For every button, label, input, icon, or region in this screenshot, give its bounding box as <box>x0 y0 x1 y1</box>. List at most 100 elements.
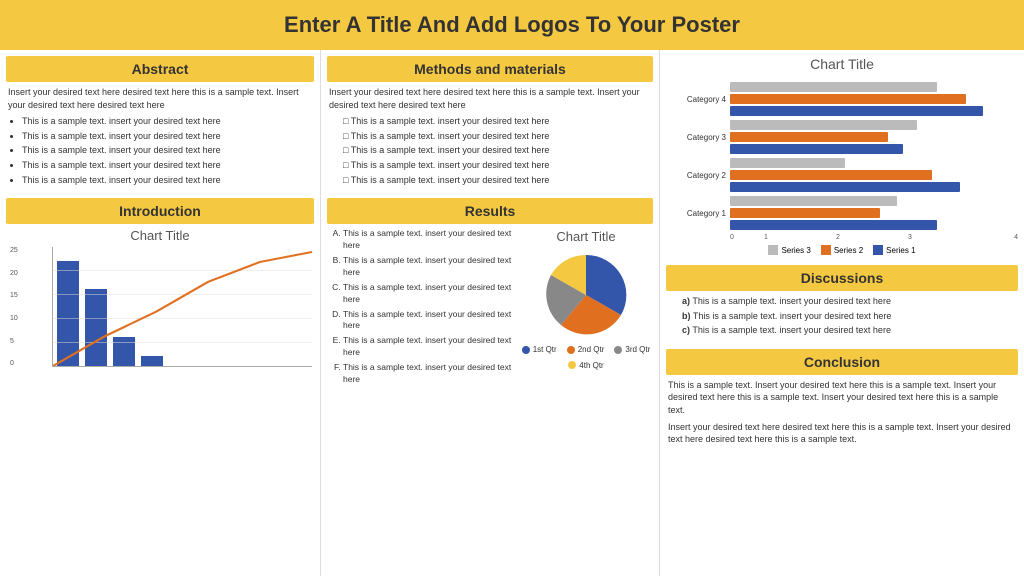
legend-item-4qtr: 4th Qtr <box>568 360 603 371</box>
disc-item-a: a) This is a sample text. insert your de… <box>682 295 1016 308</box>
list-item: This is a sample text. insert your desir… <box>343 144 651 157</box>
abstract-heading: Abstract <box>6 56 314 82</box>
bar-1 <box>57 261 79 366</box>
list-item: This is a sample text. insert your desir… <box>343 335 513 359</box>
hbar-cat1-s2 <box>730 208 880 218</box>
disc-item-c: c) This is a sample text. insert your de… <box>682 324 1016 337</box>
conclusion-para1: This is a sample text. Insert your desir… <box>668 379 1016 417</box>
results-section: Results This is a sample text. insert yo… <box>327 198 653 393</box>
column-2: Methods and materials Insert your desire… <box>320 50 660 576</box>
methods-intro: Insert your desired text here desired te… <box>329 86 651 111</box>
hbar-legend-s2: Series 2 <box>821 245 863 255</box>
methods-heading: Methods and materials <box>327 56 653 82</box>
introduction-chart-area: Chart Title 0 5 10 15 20 25 <box>6 224 314 371</box>
legend-dot-3qtr <box>614 346 622 354</box>
hbar-row-cat2: Category 2 <box>666 158 1018 192</box>
pie-legend: 1st Qtr 2nd Qtr 3rd Qtr <box>521 344 651 370</box>
hbar-cat3-label: Category 3 <box>666 133 726 142</box>
discussions-section: Discussions a) This is a sample text. in… <box>666 265 1018 343</box>
hbar-row-cat1: Category 1 <box>666 196 1018 230</box>
column-3: Chart Title Category 4 Category 3 <box>660 50 1024 576</box>
pie-svg <box>541 250 631 340</box>
hbar-cat4-s3 <box>730 82 937 92</box>
bar-3 <box>113 337 135 366</box>
list-item: This is a sample text. insert your desir… <box>22 144 312 157</box>
discussions-body: a) This is a sample text. insert your de… <box>666 291 1018 343</box>
hbar-chart-section: Chart Title Category 4 Category 3 <box>666 56 1018 259</box>
results-heading: Results <box>327 198 653 224</box>
abstract-intro: Insert your desired text here desired te… <box>8 86 312 111</box>
intro-chart-title: Chart Title <box>8 228 312 243</box>
hbar-cat1-s3 <box>730 196 897 206</box>
poster-container: Enter A Title And Add Logos To Your Post… <box>0 0 1024 576</box>
list-item: This is a sample text. insert your desir… <box>343 255 513 279</box>
legend-dot-4qtr <box>568 361 576 369</box>
y-axis-labels: 0 5 10 15 20 25 <box>10 247 18 367</box>
hbar-cat4-bars <box>730 82 1018 116</box>
hbar-x-labels: 0 1 2 3 4 <box>730 234 1018 241</box>
list-item: This is a sample text. insert your desir… <box>22 115 312 128</box>
legend-dot-s3 <box>768 245 778 255</box>
discussions-heading: Discussions <box>666 265 1018 291</box>
legend-label-s3: Series 3 <box>781 246 810 255</box>
hbar-cat2-s1 <box>730 182 960 192</box>
hbar-cat2-s3 <box>730 158 845 168</box>
hbar-cat1-bars <box>730 196 1018 230</box>
introduction-section: Introduction Chart Title 0 5 10 15 20 25 <box>6 198 314 371</box>
methods-body: Insert your desired text here desired te… <box>327 82 653 192</box>
list-item: This is a sample text. insert your desir… <box>343 159 651 172</box>
column-1: Abstract Insert your desired text here d… <box>0 50 320 576</box>
vertical-bar-chart <box>52 247 312 367</box>
conclusion-body: This is a sample text. Insert your desir… <box>666 375 1018 450</box>
methods-list: This is a sample text. insert your desir… <box>329 115 651 186</box>
results-body: This is a sample text. insert your desir… <box>327 224 653 393</box>
legend-dot-s2 <box>821 245 831 255</box>
hbar-legend: Series 3 Series 2 Series 1 <box>666 245 1018 255</box>
hbar-cat2-s2 <box>730 170 932 180</box>
bar-2 <box>85 289 107 366</box>
content-area: Abstract Insert your desired text here d… <box>0 50 1024 576</box>
results-row: This is a sample text. insert your desir… <box>329 228 651 389</box>
legend-dot-s1 <box>873 245 883 255</box>
list-item: This is a sample text. insert your desir… <box>343 228 513 252</box>
list-item: This is a sample text. insert your desir… <box>22 174 312 187</box>
hbar-cat2-bars <box>730 158 1018 192</box>
hbar-legend-s1: Series 1 <box>873 245 915 255</box>
poster-title: Enter A Title And Add Logos To Your Post… <box>284 12 740 37</box>
legend-item-2qtr: 2nd Qtr <box>567 344 605 355</box>
hbar-cat1-label: Category 1 <box>666 209 726 218</box>
legend-label-3qtr: 3rd Qtr <box>625 344 650 355</box>
list-item: This is a sample text. insert your desir… <box>22 159 312 172</box>
hbar-cat2-label: Category 2 <box>666 171 726 180</box>
results-chart-title: Chart Title <box>556 228 615 246</box>
hbar-cat3-s2 <box>730 132 888 142</box>
disc-item-b: b) This is a sample text. insert your de… <box>682 310 1016 323</box>
horizontal-bar-chart: Category 4 Category 3 <box>666 78 1018 259</box>
results-list: This is a sample text. insert your desir… <box>329 228 513 386</box>
hbar-cat4-s1 <box>730 106 983 116</box>
list-item: This is a sample text. insert your desir… <box>22 130 312 143</box>
hbar-cat3-bars <box>730 120 1018 154</box>
list-item: This is a sample text. insert your desir… <box>343 174 651 187</box>
legend-item-1qtr: 1st Qtr <box>522 344 557 355</box>
conclusion-heading: Conclusion <box>666 349 1018 375</box>
abstract-body: Insert your desired text here desired te… <box>6 82 314 192</box>
introduction-heading: Introduction <box>6 198 314 224</box>
discussions-list: a) This is a sample text. insert your de… <box>668 295 1016 337</box>
hbar-row-cat3: Category 3 <box>666 120 1018 154</box>
legend-item-3qtr: 3rd Qtr <box>614 344 650 355</box>
legend-label-4qtr: 4th Qtr <box>579 360 603 371</box>
abstract-section: Abstract Insert your desired text here d… <box>6 56 314 192</box>
list-item: This is a sample text. insert your desir… <box>343 362 513 386</box>
hbar-cat4-s2 <box>730 94 966 104</box>
methods-section: Methods and materials Insert your desire… <box>327 56 653 192</box>
conclusion-para2: Insert your desired text here desired te… <box>668 421 1016 446</box>
legend-label-s2: Series 2 <box>834 246 863 255</box>
hbar-chart-title: Chart Title <box>666 56 1018 72</box>
hbar-cat3-s1 <box>730 144 903 154</box>
intro-chart: 0 5 10 15 20 25 <box>32 247 312 367</box>
list-item: This is a sample text. insert your desir… <box>343 309 513 333</box>
abstract-list: This is a sample text. insert your desir… <box>8 115 312 186</box>
legend-label-s1: Series 1 <box>886 246 915 255</box>
hbar-cat4-label: Category 4 <box>666 95 726 104</box>
